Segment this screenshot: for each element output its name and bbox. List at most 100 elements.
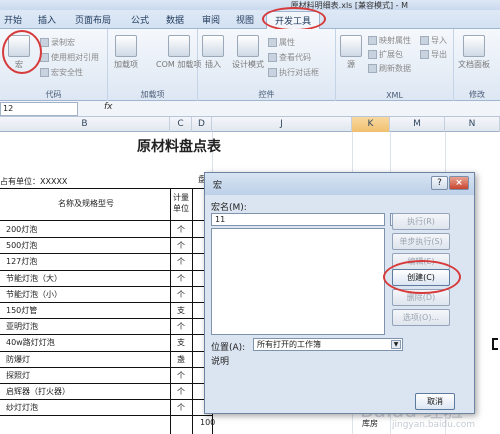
run-dialog-button[interactable]: 执行对话框	[268, 67, 319, 78]
row-border	[0, 269, 212, 271]
header-unit: 计量 单位	[173, 193, 189, 213]
name-box[interactable]: 12	[0, 102, 78, 116]
column-headers: B C D J K M N	[0, 117, 500, 132]
run-button[interactable]: 执行(R)	[392, 213, 450, 230]
view-code-button[interactable]: 查看代码	[268, 52, 311, 63]
highlight-create-button	[383, 260, 461, 294]
record-macro-button[interactable]: 录制宏	[40, 37, 75, 48]
row-border	[0, 366, 212, 368]
row-name: 防爆灯	[6, 354, 30, 364]
row-unit: 个	[177, 387, 185, 396]
group-label-modify: 修改	[469, 90, 485, 99]
formula-bar: 12 fx	[0, 101, 500, 117]
highlight-developer-tab	[262, 7, 326, 31]
row-unit: 个	[177, 257, 185, 267]
row-name: 亚明灯泡	[6, 322, 38, 332]
column-header-c[interactable]: C	[170, 117, 192, 132]
row-unit: 盏	[177, 354, 185, 364]
map-properties-button[interactable]: 映射属性	[368, 35, 411, 46]
row-border	[0, 383, 212, 384]
row-border	[0, 285, 212, 287]
ribbon-tabs: 开始 插入 页面布局 公式 数据 审阅 视图 开发工具	[0, 10, 500, 30]
location-label: 位置(A):	[211, 343, 246, 353]
row-name: 40w路灯灯泡	[6, 338, 55, 348]
refresh-data-button[interactable]: 刷新数据	[368, 63, 411, 74]
dialog-icon	[268, 68, 277, 77]
step-into-button[interactable]: 单步执行(S)	[392, 233, 450, 250]
row-border	[0, 302, 212, 303]
design-mode-icon	[237, 35, 259, 57]
export-button[interactable]: 导出	[420, 49, 447, 60]
document-panel-icon	[463, 35, 485, 57]
import-button[interactable]: 导入	[420, 35, 447, 46]
row-unit: 个	[177, 289, 185, 299]
macro-dialog: 宏 ? × 宏名(M): 11 执行(R) 单步执行(S) 编辑(E) 创建(C…	[204, 172, 475, 414]
properties-button[interactable]: 属性	[268, 37, 295, 48]
column-header-m[interactable]: M	[390, 117, 445, 132]
row-unit: 支	[177, 306, 185, 315]
macro-name-label: 宏名(M):	[211, 203, 247, 213]
help-icon[interactable]: ?	[431, 176, 448, 190]
addins-button[interactable]: 加载项	[114, 35, 138, 70]
row-unit: 个	[177, 370, 185, 380]
options-button[interactable]: 选项(O)...	[392, 309, 450, 326]
tab-review[interactable]: 审阅	[202, 13, 220, 26]
cursor-mark	[492, 338, 498, 350]
group-label-xml: XML	[386, 91, 403, 100]
row-border	[0, 237, 212, 239]
column-header-b[interactable]: B	[0, 117, 170, 132]
tab-formulas[interactable]: 公式	[131, 13, 149, 26]
macro-name-input[interactable]: 11	[211, 213, 385, 226]
column-header-n[interactable]: N	[445, 117, 500, 132]
row-border	[0, 334, 212, 336]
column-header-d[interactable]: D	[192, 117, 212, 132]
group-label-controls: 控件	[258, 90, 275, 99]
macro-list[interactable]	[211, 228, 385, 335]
macro-security-button[interactable]: 宏安全性	[40, 67, 83, 78]
title-bar: 原材料明细表.xls [兼容模式] - M	[0, 0, 500, 10]
map-icon	[368, 36, 377, 45]
row-name: 节能灯泡（大）	[6, 273, 62, 283]
row-unit: 支	[177, 338, 185, 348]
code-icon	[268, 53, 277, 62]
column-header-k[interactable]: K	[352, 117, 390, 132]
row-name: 150灯管	[6, 306, 38, 315]
toolbox-icon	[202, 35, 224, 57]
group-modify: 文档面板 修改	[454, 29, 500, 101]
tab-insert[interactable]: 插入	[38, 13, 56, 26]
row-unit: 个	[177, 273, 185, 283]
expansion-pack-button[interactable]: 扩展包	[368, 49, 403, 60]
relative-reference-button[interactable]: 使用相对引用	[40, 52, 99, 63]
row-name: 500灯泡	[6, 241, 38, 251]
group-xml: 源 映射属性 扩展包 刷新数据 导入 导出 XML	[336, 29, 454, 101]
group-controls: 插入 设计模式 属性 查看代码 执行对话框 控件	[198, 29, 336, 101]
location-select[interactable]: 所有打开的工作簿 ▼	[253, 338, 403, 351]
ribbon: 宏 录制宏 使用相对引用 宏安全性 代码 加载项 COM 加载项 加载项 插入	[0, 29, 500, 101]
row-name: 节能灯泡（小）	[6, 289, 62, 299]
design-mode-button[interactable]: 设计模式	[232, 35, 264, 70]
dialog-title-bar[interactable]: 宏 ? ×	[205, 173, 474, 195]
row-name: 探照灯	[6, 370, 30, 380]
refresh-icon	[368, 64, 377, 73]
watermark-url: jingyan.baidu.com	[392, 420, 476, 430]
dialog-title: 宏	[213, 181, 223, 191]
com-addins-button[interactable]: COM 加载项	[156, 35, 201, 70]
group-addins: 加载项 COM 加载项 加载项	[108, 29, 201, 101]
warning-icon	[40, 68, 49, 77]
fx-icon[interactable]: fx	[104, 102, 113, 112]
document-panel-button[interactable]: 文档面板	[458, 35, 490, 70]
tab-page-layout[interactable]: 页面布局	[75, 13, 111, 26]
header-name-spec: 名称及规格型号	[58, 199, 114, 208]
import-icon	[420, 36, 429, 45]
xml-source-button[interactable]: 源	[340, 35, 362, 70]
close-icon[interactable]: ×	[449, 176, 469, 190]
row-name: 启辉器（打火器）	[6, 387, 70, 396]
tab-view[interactable]: 视图	[236, 13, 254, 26]
properties-icon	[268, 38, 277, 47]
column-header-j[interactable]: J	[212, 117, 352, 132]
tab-data[interactable]: 数据	[166, 13, 184, 26]
cancel-button[interactable]: 取消	[415, 393, 455, 410]
tab-home[interactable]: 开始	[4, 13, 22, 26]
row-name: 纱灯灯泡	[6, 403, 38, 413]
insert-control-button[interactable]: 插入	[202, 35, 224, 70]
